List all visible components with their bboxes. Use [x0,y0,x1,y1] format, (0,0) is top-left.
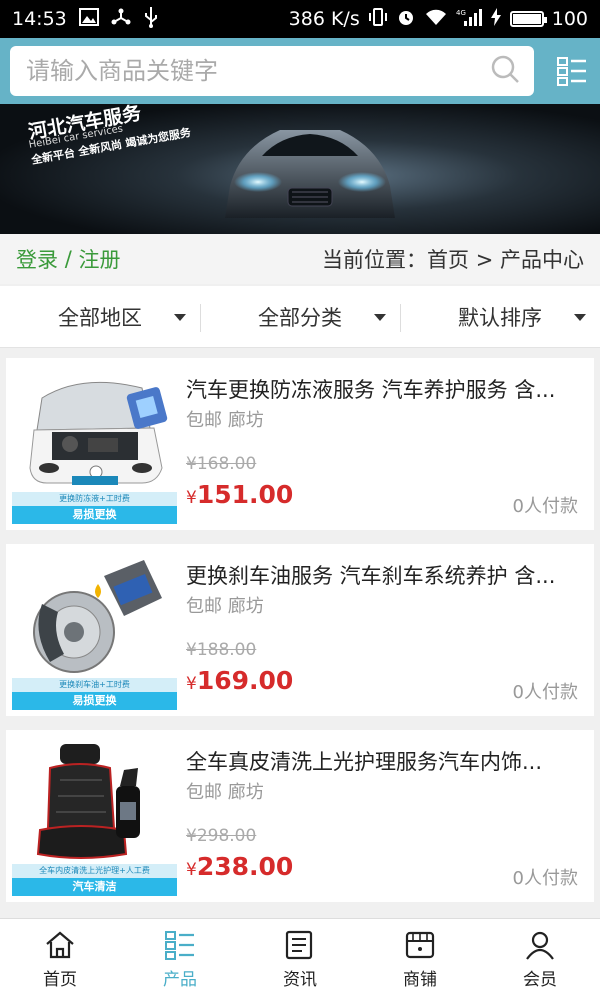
breadcrumb: 当前位置：首页 > 产品中心 [322,248,584,272]
member-icon [526,931,554,960]
currency-symbol: ¥ [186,674,197,694]
product-image-caption: 更换刹车油+工时费 [12,678,177,692]
car-engine-image [29,381,168,485]
product-price: ¥151.00 [186,480,293,509]
caret-down-icon [574,314,586,321]
product-sales-count: 0人付款 [512,868,578,889]
shop-icon [405,931,435,959]
tab-home[interactable]: 首页 [0,919,120,1000]
vibrate-icon [368,7,388,32]
product-title[interactable]: 全车真皮清洗上光护理服务汽车内饰... [186,746,586,776]
product-tags: 包邮 廊坊 [186,410,264,431]
tab-news-label: 资讯 [283,970,317,990]
filter-bar: 全部地区 全部分类 默认排序 [0,286,600,348]
status-bar: 14:53 386 K/s 4G 100 [0,0,600,38]
user-location-bar: 登录 / 注册 当前位置：首页 > 产品中心 [0,234,600,284]
product-tags: 包邮 廊坊 [186,596,264,617]
alarm-icon [396,7,416,32]
product-sales-count: 0人付款 [512,496,578,517]
tab-member[interactable]: 会员 [480,919,600,1000]
login-separator: / [58,247,78,271]
product-image-caption: 更换防冻液+工时费 [12,492,177,506]
car-seat-image [36,744,140,859]
bottom-tab-bar: 首页 产品 资讯 商铺 会员 [0,918,600,1000]
register-link[interactable]: 注册 [78,244,120,274]
caret-down-icon [374,314,386,321]
svg-text:4G: 4G [456,9,466,17]
wifi-icon [424,7,448,32]
filter-region-label: 全部地区 [58,305,142,330]
caret-down-icon [174,314,186,321]
search-icon[interactable] [490,54,520,88]
product-image-tag: 易损更换 [12,506,177,524]
promo-banner[interactable]: 河北汽车服务 HeiBei car services 全新平台 全新风尚 竭诚为… [0,104,600,234]
product-card[interactable]: 更换刹车油+工时费 易损更换 更换刹车油服务 汽车刹车系统养护 含... 包邮 … [6,544,594,716]
signal-icon: 4G [456,7,482,32]
product-image-tag: 易损更换 [12,692,177,710]
image-icon [78,7,99,31]
usb-icon [143,6,159,33]
separator-text: / [64,247,72,271]
currency-symbol: ¥ [186,488,197,508]
filter-sort[interactable]: 默认排序 [400,286,600,347]
product-price-value: 238.00 [196,852,294,881]
product-title[interactable]: 汽车更换防冻液服务 汽车养护服务 含... [186,374,586,404]
tab-products[interactable]: 产品 [120,919,240,1000]
status-time: 14:53 [12,8,67,30]
tab-member-label: 会员 [523,970,557,990]
product-list-icon [165,931,194,960]
product-price-value: 151.00 [196,480,294,509]
filter-category[interactable]: 全部分类 [200,286,400,347]
product-image-tag: 汽车清洁 [12,878,177,896]
product-price-value: 169.00 [196,666,294,695]
home-icon [46,931,74,959]
product-title[interactable]: 更换刹车油服务 汽车刹车系统养护 含... [186,560,586,590]
product-original-price: ¥298.00 [186,826,257,846]
product-price: ¥238.00 [186,852,293,881]
news-icon [285,930,313,960]
battery-icon [509,11,547,27]
product-image[interactable]: 全车内皮清洗上光护理+人工费 汽车清洁 [12,740,177,896]
filter-category-label: 全部分类 [258,305,342,330]
search-input[interactable] [26,57,490,85]
filter-region[interactable]: 全部地区 [0,286,200,347]
tab-shop[interactable]: 商铺 [360,919,480,1000]
product-sales-count: 0人付款 [512,682,578,703]
product-price: ¥169.00 [186,666,293,695]
product-image-caption: 全车内皮清洗上光护理+人工费 [12,864,177,878]
search-box[interactable] [10,46,534,96]
car-image [225,130,395,218]
product-tags: 包邮 廊坊 [186,782,264,803]
product-image[interactable]: 更换防冻液+工时费 易损更换 [12,368,177,524]
product-original-price: ¥168.00 [186,454,257,474]
product-original-price: ¥188.00 [186,640,257,660]
tab-home-label: 首页 [43,970,77,990]
search-header [0,38,600,104]
product-image[interactable]: 更换刹车油+工时费 易损更换 [12,554,177,710]
share-icon [111,7,131,32]
tab-news[interactable]: 资讯 [240,919,360,1000]
category-menu-button[interactable] [552,51,592,91]
login-link[interactable]: 登录 [16,244,58,274]
filter-sort-label: 默认排序 [458,305,542,330]
battery-level: 100 [551,8,588,30]
network-speed: 386 K/s [288,8,360,30]
currency-symbol: ¥ [186,860,197,880]
product-card[interactable]: 全车内皮清洗上光护理+人工费 汽车清洁 全车真皮清洗上光护理服务汽车内饰... … [6,730,594,902]
product-card[interactable]: 更换防冻液+工时费 易损更换 汽车更换防冻液服务 汽车养护服务 含... 包邮 … [6,358,594,530]
charging-icon [490,7,502,32]
tab-products-label: 产品 [163,970,197,990]
tab-shop-label: 商铺 [403,970,437,990]
category-list-icon [557,57,586,86]
brake-disc-image [33,560,162,673]
